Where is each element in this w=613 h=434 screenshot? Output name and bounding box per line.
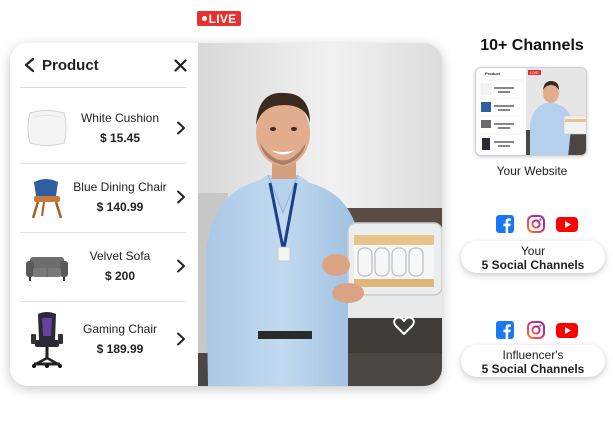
website-label: Your Website: [496, 164, 568, 178]
influencer-channels-line2: 5 Social Channels: [481, 362, 585, 376]
instagram-icon[interactable]: [527, 321, 545, 339]
header-divider: [20, 87, 186, 88]
own-social-icons: [496, 215, 580, 233]
product-name: Gaming Chair: [82, 322, 158, 336]
website-preview-image: [476, 68, 586, 155]
facebook-icon[interactable]: [496, 321, 514, 339]
own-channels-line2: 5 Social Channels: [481, 258, 585, 272]
live-shopping-card: Product White Cushion $ 15.45 Blue Dinin…: [10, 43, 442, 386]
own-social-channels-pill: Your 5 Social Channels: [461, 241, 605, 273]
product-price: $ 200: [104, 269, 136, 283]
product-panel-header: Product: [10, 43, 198, 88]
gaming-chair-image: [31, 312, 63, 368]
product-item-white-cushion[interactable]: White Cushion $ 15.45: [20, 95, 186, 164]
close-icon[interactable]: [174, 59, 187, 72]
facebook-icon[interactable]: [496, 215, 514, 233]
influencer-channels-line1: Influencer's: [502, 348, 564, 362]
product-name: White Cushion: [80, 111, 160, 125]
product-item-gaming-chair[interactable]: Gaming Chair $ 189.99: [20, 302, 186, 386]
live-dot-icon: [201, 16, 207, 21]
white-cushion-image: [27, 110, 67, 146]
own-channels-line1: Your: [520, 244, 546, 258]
product-name: Blue Dining Chair: [73, 180, 167, 194]
product-price: $ 15.45: [99, 131, 141, 145]
velvet-sofa-image: [26, 257, 68, 281]
product-name: Velvet Sofa: [89, 249, 151, 263]
instagram-icon[interactable]: [527, 215, 545, 233]
chevron-right-icon[interactable]: [176, 259, 186, 273]
product-price: $ 189.99: [96, 342, 144, 356]
youtube-icon[interactable]: [556, 215, 578, 233]
mini-panel-title: Product: [485, 71, 501, 76]
panel-title: Product: [42, 57, 99, 74]
youtube-icon[interactable]: [556, 321, 578, 339]
product-item-velvet-sofa[interactable]: Velvet Sofa $ 200: [20, 233, 186, 302]
heart-icon[interactable]: [393, 316, 415, 336]
chevron-right-icon[interactable]: [176, 190, 186, 204]
product-item-blue-dining-chair[interactable]: Blue Dining Chair $ 140.99: [20, 164, 186, 233]
channels-title: 10+ Channels: [480, 37, 584, 54]
live-label: LIVE: [208, 11, 237, 26]
chevron-right-icon[interactable]: [176, 121, 186, 135]
influencer-social-channels-pill: Influencer's 5 Social Channels: [461, 345, 605, 377]
back-arrow-icon[interactable]: [22, 57, 38, 73]
mini-live-badge: LIVE: [528, 70, 541, 75]
chevron-right-icon[interactable]: [176, 332, 186, 346]
blue-dining-chair-image: [31, 179, 63, 219]
product-price: $ 140.99: [96, 200, 144, 214]
product-panel: Product White Cushion $ 15.45 Blue Dinin…: [10, 43, 198, 386]
live-badge: LIVE: [197, 11, 241, 26]
website-preview-thumbnail[interactable]: Product LIVE: [475, 67, 587, 156]
influencer-social-icons: [496, 321, 580, 339]
